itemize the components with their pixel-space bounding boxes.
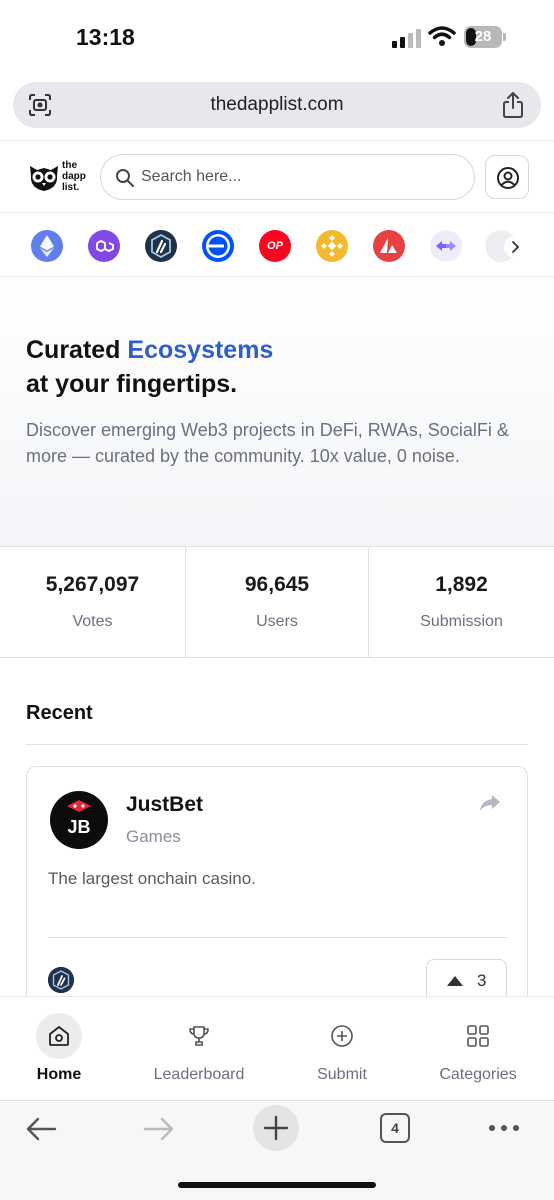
base-icon[interactable]	[202, 230, 234, 262]
battery-level: 28	[474, 28, 492, 45]
status-bar: 13:18 28	[0, 0, 554, 76]
stat-value: 1,892	[435, 573, 488, 596]
stat-label: Users	[256, 613, 298, 630]
avalanche-icon[interactable]	[373, 230, 405, 262]
stat-votes: 5,267,097 Votes	[0, 547, 185, 657]
project-logo-text: JB	[67, 817, 90, 837]
battery-icon: 28	[464, 26, 506, 48]
url-text[interactable]: thedapplist.com	[13, 82, 541, 128]
project-category[interactable]: Games	[126, 827, 181, 847]
optimism-icon[interactable]: OP	[259, 230, 291, 262]
forward-arrow-icon[interactable]	[142, 1115, 176, 1143]
bnb-icon[interactable]	[316, 230, 348, 262]
section-title-recent: Recent	[26, 702, 93, 724]
card-divider	[48, 937, 507, 938]
nav-label: Home	[36, 1066, 82, 1083]
nav-submit[interactable]: Submit	[296, 997, 388, 1101]
stat-users: 96,645 Users	[186, 547, 368, 657]
project-card[interactable]: JB JustBet Games The largest onchain cas…	[26, 766, 528, 1026]
project-name[interactable]: JustBet	[126, 793, 203, 817]
bottom-navigation: Home Leaderboard Submit Categories	[0, 996, 554, 1100]
hero-title: Curated Ecosystems	[26, 333, 273, 367]
back-arrow-icon[interactable]	[24, 1115, 58, 1143]
search-icon	[116, 169, 134, 187]
chain-filter-strip[interactable]: OP	[0, 214, 554, 276]
stat-submission: 1,892 Submission	[369, 547, 554, 657]
hero-section: Curated Ecosystems at your fingertips. D…	[0, 277, 554, 546]
new-tab-button[interactable]	[253, 1105, 299, 1151]
brand-line: the	[62, 160, 77, 171]
arbitrum-icon[interactable]	[145, 230, 177, 262]
project-logo: JB	[50, 791, 108, 849]
arbitrum-icon	[48, 967, 74, 993]
bridge-icon[interactable]	[430, 230, 462, 262]
nav-home[interactable]: Home	[14, 997, 104, 1101]
stat-value: 96,645	[244, 573, 310, 596]
share-icon[interactable]	[501, 91, 525, 119]
upvote-arrow-icon	[447, 976, 463, 986]
search-input[interactable]	[141, 163, 461, 191]
more-options-icon[interactable]	[488, 1119, 520, 1137]
polygon-icon[interactable]	[88, 230, 120, 262]
brand-line: list.	[62, 182, 80, 193]
trophy-icon	[176, 1013, 222, 1059]
nav-label: Submit	[317, 1066, 367, 1083]
divider	[0, 140, 554, 141]
tab-switcher-button[interactable]: 4	[380, 1113, 410, 1143]
search-box[interactable]	[100, 154, 475, 200]
project-description: The largest onchain casino.	[48, 869, 256, 888]
site-logo[interactable]: the dapp list.	[28, 158, 92, 196]
stat-label: Submission	[420, 613, 503, 630]
home-icon	[36, 1013, 82, 1059]
status-time: 13:18	[76, 24, 135, 50]
nav-categories[interactable]: Categories	[426, 997, 530, 1101]
brand-line: dapp	[62, 171, 86, 182]
grid-icon	[455, 1013, 501, 1059]
share-arrow-icon[interactable]	[479, 793, 501, 813]
account-button[interactable]	[485, 155, 529, 199]
hero-title-line2: at your fingertips.	[26, 370, 238, 398]
vote-count: 3	[477, 971, 487, 990]
ethereum-icon[interactable]	[31, 230, 63, 262]
hero-description: Discover emerging Web3 projects in DeFi,…	[26, 420, 509, 466]
plus-icon	[263, 1115, 289, 1141]
divider	[0, 212, 554, 213]
optimism-label: OP	[267, 240, 283, 252]
owl-logo-icon	[30, 166, 58, 191]
nav-leaderboard[interactable]: Leaderboard	[138, 997, 260, 1101]
cellular-signal-icon	[392, 29, 421, 48]
nav-label: Leaderboard	[153, 1066, 245, 1083]
divider	[0, 657, 554, 658]
chevron-right-icon[interactable]	[504, 236, 526, 258]
hero-title-start: Curated	[26, 336, 128, 364]
address-bar[interactable]: thedapplist.com	[13, 82, 541, 128]
plus-circle-icon	[319, 1013, 365, 1059]
divider	[26, 744, 528, 745]
stat-value: 5,267,097	[45, 573, 140, 596]
brand-wordmark: the dapp list.	[62, 160, 92, 193]
wifi-icon	[428, 26, 456, 46]
nav-label: Categories	[439, 1066, 517, 1083]
home-indicator	[178, 1182, 376, 1188]
stats-row: 5,267,097 Votes 96,645 Users 1,892 Submi…	[0, 547, 554, 657]
user-circle-icon	[497, 167, 519, 189]
hero-title-accent: Ecosystems	[127, 336, 274, 364]
stat-label: Votes	[72, 613, 113, 630]
